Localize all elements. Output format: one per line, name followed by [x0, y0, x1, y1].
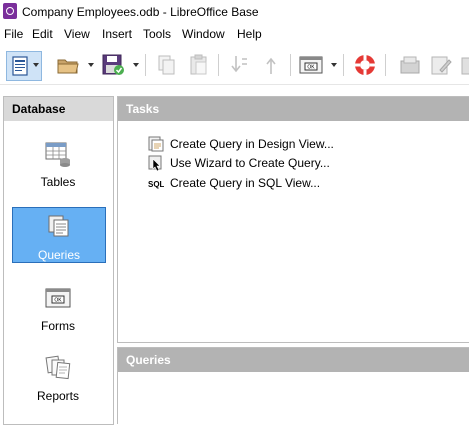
- svg-text:OK: OK: [307, 65, 315, 71]
- tasks-header: Tasks: [118, 97, 469, 121]
- sidebar-item-forms[interactable]: OK Forms: [12, 279, 104, 333]
- toolbar-separator: [343, 54, 344, 76]
- new-document-button[interactable]: [6, 51, 42, 81]
- sidebar-item-label: Reports: [36, 389, 80, 403]
- menu-view[interactable]: View: [64, 27, 90, 41]
- libreoffice-base-icon: [3, 3, 17, 19]
- sql-icon: SQL: [148, 180, 164, 189]
- queries-panel: Queries: [117, 347, 469, 424]
- queries-header: Queries: [118, 348, 469, 372]
- window-title: Company Employees.odb - LibreOffice Base: [22, 5, 259, 19]
- open-folder-icon: [57, 59, 79, 74]
- wizard-icon: [148, 155, 162, 171]
- queries-icon: [48, 215, 69, 237]
- toolbar-separator: [385, 54, 386, 76]
- toolbar-separator: [218, 54, 219, 76]
- menu-bar: File Edit View Insert Tools Window Help: [0, 24, 469, 44]
- task-label: Use Wizard to Create Query...: [170, 156, 330, 170]
- svg-text:SQL: SQL: [148, 180, 164, 189]
- delete-object-button[interactable]: [459, 52, 469, 78]
- sidebar-header: Database: [4, 97, 113, 121]
- sort-ascending-button[interactable]: [227, 52, 253, 78]
- form-control-button[interactable]: OK: [298, 52, 324, 78]
- edit-object-icon: [431, 56, 452, 75]
- menu-file[interactable]: File: [4, 27, 23, 41]
- save-button[interactable]: [100, 52, 126, 78]
- sort-ascending-icon: [231, 56, 247, 73]
- open-object-icon: [400, 56, 420, 74]
- sort-descending-button[interactable]: [258, 52, 284, 78]
- copy-icon: [158, 55, 175, 75]
- sidebar-item-tables[interactable]: Tables: [12, 135, 104, 189]
- menu-help[interactable]: Help: [237, 27, 262, 41]
- task-label: Create Query in Design View...: [170, 137, 334, 151]
- svg-text:OK: OK: [54, 298, 62, 304]
- standard-toolbar: OK: [0, 46, 469, 85]
- database-sidebar: Database Tables Queries OK Forms Reports: [3, 96, 114, 425]
- tables-icon: [45, 142, 70, 167]
- open-object-button[interactable]: [397, 52, 423, 78]
- reports-icon: [45, 355, 71, 380]
- chevron-down-icon[interactable]: [133, 63, 139, 67]
- help-lifebuoy-icon: [355, 55, 375, 75]
- toolbar-separator: [290, 54, 291, 76]
- sidebar-item-label: Forms: [41, 319, 75, 333]
- save-icon: [102, 54, 124, 75]
- title-bar: Company Employees.odb - LibreOffice Base: [0, 0, 469, 24]
- paste-button[interactable]: [186, 52, 212, 78]
- form-control-icon: OK: [299, 56, 323, 74]
- task-label: Create Query in SQL View...: [170, 176, 321, 190]
- tasks-panel: Tasks Create Query in Design View... Use…: [117, 96, 469, 343]
- new-document-icon: [12, 56, 28, 76]
- menu-tools[interactable]: Tools: [143, 27, 171, 41]
- chevron-down-icon[interactable]: [88, 63, 94, 67]
- toolbar-separator: [145, 54, 146, 76]
- menu-insert[interactable]: Insert: [102, 27, 132, 41]
- tasks-header-label: Tasks: [126, 102, 160, 116]
- sidebar-header-label: Database: [12, 102, 66, 116]
- sort-descending-icon: [266, 57, 276, 74]
- design-view-icon: [148, 136, 164, 152]
- menu-edit[interactable]: Edit: [32, 27, 53, 41]
- copy-button[interactable]: [154, 52, 180, 78]
- chevron-down-icon: [33, 63, 39, 67]
- sidebar-item-reports[interactable]: Reports: [12, 349, 104, 403]
- sidebar-item-label: Tables: [40, 175, 76, 189]
- sidebar-item-label: Queries: [37, 248, 81, 262]
- delete-object-icon: [461, 57, 469, 75]
- menu-window[interactable]: Window: [182, 27, 225, 41]
- forms-icon: OK: [45, 288, 71, 308]
- queries-header-label: Queries: [126, 353, 171, 367]
- chevron-down-icon[interactable]: [331, 63, 337, 67]
- help-button[interactable]: [352, 52, 378, 78]
- open-button[interactable]: [55, 52, 81, 78]
- edit-object-button[interactable]: [428, 52, 454, 78]
- paste-icon: [190, 54, 207, 75]
- sidebar-item-queries[interactable]: Queries: [12, 207, 106, 263]
